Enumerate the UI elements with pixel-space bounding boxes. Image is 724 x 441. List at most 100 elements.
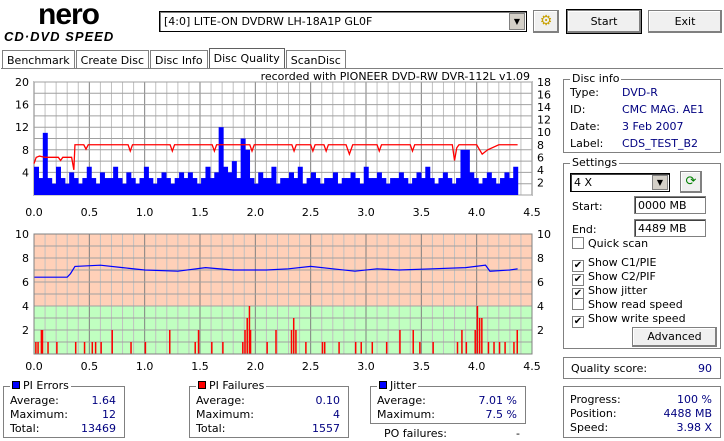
- exit-button[interactable]: Exit: [648, 10, 722, 33]
- quality-score-label: Quality score:: [571, 362, 648, 375]
- pie-bar: [473, 178, 479, 195]
- chevron-down-icon[interactable]: ▼: [509, 13, 525, 30]
- x-tick-label: 4.0: [468, 360, 486, 373]
- pie-bar: [253, 183, 259, 195]
- pif-bar: [385, 342, 388, 354]
- pie-bar: [174, 178, 180, 195]
- x-tick-label: 4.5: [523, 360, 541, 373]
- pie-bar: [491, 178, 497, 195]
- pie-bar: [73, 178, 79, 195]
- speed-select[interactable]: 4 X ▼: [570, 173, 670, 192]
- refresh-icon[interactable]: ⟳: [680, 171, 702, 193]
- group-title: Jitter: [390, 379, 417, 392]
- pie-bar: [500, 178, 506, 195]
- chevron-down-icon[interactable]: ▼: [652, 175, 668, 190]
- pie-bar: [183, 178, 189, 195]
- checkbox-box[interactable]: [572, 298, 584, 310]
- disc-info-label: Date:: [570, 120, 600, 133]
- pif-bar: [244, 330, 246, 354]
- stat-value: 0.10: [315, 394, 341, 407]
- pie-bar: [341, 178, 347, 195]
- pie-bar: [69, 172, 75, 195]
- checkbox-show-write-speed[interactable]: ✔ Show write speed: [572, 312, 686, 328]
- stat-value: 7.5 %: [485, 408, 517, 421]
- stat-value: 4: [333, 408, 340, 421]
- pie-bar: [359, 183, 365, 195]
- x-tick-label: 1.0: [136, 206, 154, 219]
- pie-bar: [99, 172, 105, 195]
- y-tick-label-right: 10: [537, 228, 551, 241]
- start-button[interactable]: Start: [566, 9, 642, 34]
- stat-value: 13469: [81, 422, 116, 435]
- pie-bar: [139, 178, 145, 195]
- pif-bar: [305, 342, 307, 354]
- x-tick-label: 2.5: [302, 206, 320, 219]
- y-tick-label-right: 4: [537, 300, 544, 313]
- pie-bar: [398, 172, 404, 195]
- checkbox-box[interactable]: ✔: [572, 316, 584, 328]
- start-input[interactable]: 0000 MB: [634, 196, 706, 214]
- stat-label: Maximum:: [10, 408, 68, 421]
- pie-bar: [332, 172, 338, 195]
- pif-bar: [371, 342, 374, 354]
- pie-bar: [390, 178, 396, 195]
- tab-benchmark[interactable]: Benchmark: [2, 50, 75, 69]
- x-tick-label: 0.0: [25, 360, 43, 373]
- pif-bar: [354, 342, 357, 354]
- pif-bar: [516, 330, 519, 354]
- pif-bar: [211, 342, 213, 354]
- tab-scandisc[interactable]: ScanDisc: [285, 50, 346, 69]
- pif-chart: 0.0 0.5 1.0 1.5 2.0 2.5 3.0 3.5 4.0 4.5 10 8 6 4 2 10 8 6…: [15, 228, 551, 373]
- y-tick-label-right: 8: [537, 252, 544, 265]
- pie-bar: [368, 178, 374, 195]
- pif-bar: [197, 330, 200, 354]
- pie-bar: [315, 178, 321, 195]
- settings-title: Settings: [570, 156, 620, 169]
- pie-bar: [236, 178, 242, 195]
- pif-bar: [498, 342, 501, 354]
- pie-bar: [447, 178, 453, 195]
- pie-bar: [469, 172, 475, 195]
- stat-value: 100 %: [677, 393, 712, 406]
- pif-bar: [478, 318, 481, 354]
- pif-bar: [222, 342, 224, 354]
- pie-bar: [271, 166, 277, 195]
- pie-bar: [429, 178, 435, 195]
- y-tick-label-right: 18: [537, 76, 551, 89]
- pif-bar: [493, 342, 495, 354]
- pie-bar: [161, 172, 167, 195]
- pif-bar: [100, 342, 102, 354]
- pie-bar: [451, 183, 457, 195]
- pie-bar: [82, 178, 88, 195]
- checkbox-quick-scan[interactable]: Quick scan: [572, 237, 648, 250]
- end-input[interactable]: 4489 MB: [634, 219, 706, 237]
- pie-bar: [249, 178, 255, 195]
- pif-bar: [130, 342, 132, 354]
- pie-bar: [363, 166, 369, 195]
- checkbox-box[interactable]: [572, 237, 584, 249]
- stat-value: 1557: [312, 422, 340, 435]
- disc-info-title: Disc info: [570, 72, 622, 85]
- drive-config-icon[interactable]: ⚙: [533, 10, 559, 33]
- stat-value: 4488 MB: [663, 407, 712, 420]
- tab-disc-quality[interactable]: Disc Quality: [208, 48, 285, 69]
- tab-disc-info[interactable]: Disc Info: [150, 50, 208, 69]
- pie-bar: [420, 178, 426, 195]
- checkbox-label: Show read speed: [588, 298, 683, 311]
- pie-bar: [86, 166, 92, 195]
- drive-select[interactable]: [4:0] LITE-ON DVDRW LH-18A1P GL0F ▼: [159, 11, 527, 32]
- checkbox-show-read-speed[interactable]: Show read speed: [572, 298, 683, 311]
- y-tick-label-right: 2: [537, 324, 544, 337]
- pie-bar: [117, 178, 123, 195]
- pif-bar: [242, 342, 244, 354]
- pie-bar: [354, 178, 360, 195]
- disc-info-group: Disc info Type: DVD-R ID: CMC MAG. AE1 Date:…: [563, 72, 721, 153]
- pie-bar: [319, 183, 325, 195]
- po-failures-label: PO failures:: [384, 427, 447, 440]
- pie-bar: [121, 183, 127, 195]
- tab-create-disc[interactable]: Create Disc: [75, 50, 150, 69]
- pie-bar: [77, 183, 83, 195]
- x-tick-label: 0.5: [81, 206, 99, 219]
- advanced-button[interactable]: Advanced: [632, 327, 717, 347]
- pie-bar: [38, 178, 44, 195]
